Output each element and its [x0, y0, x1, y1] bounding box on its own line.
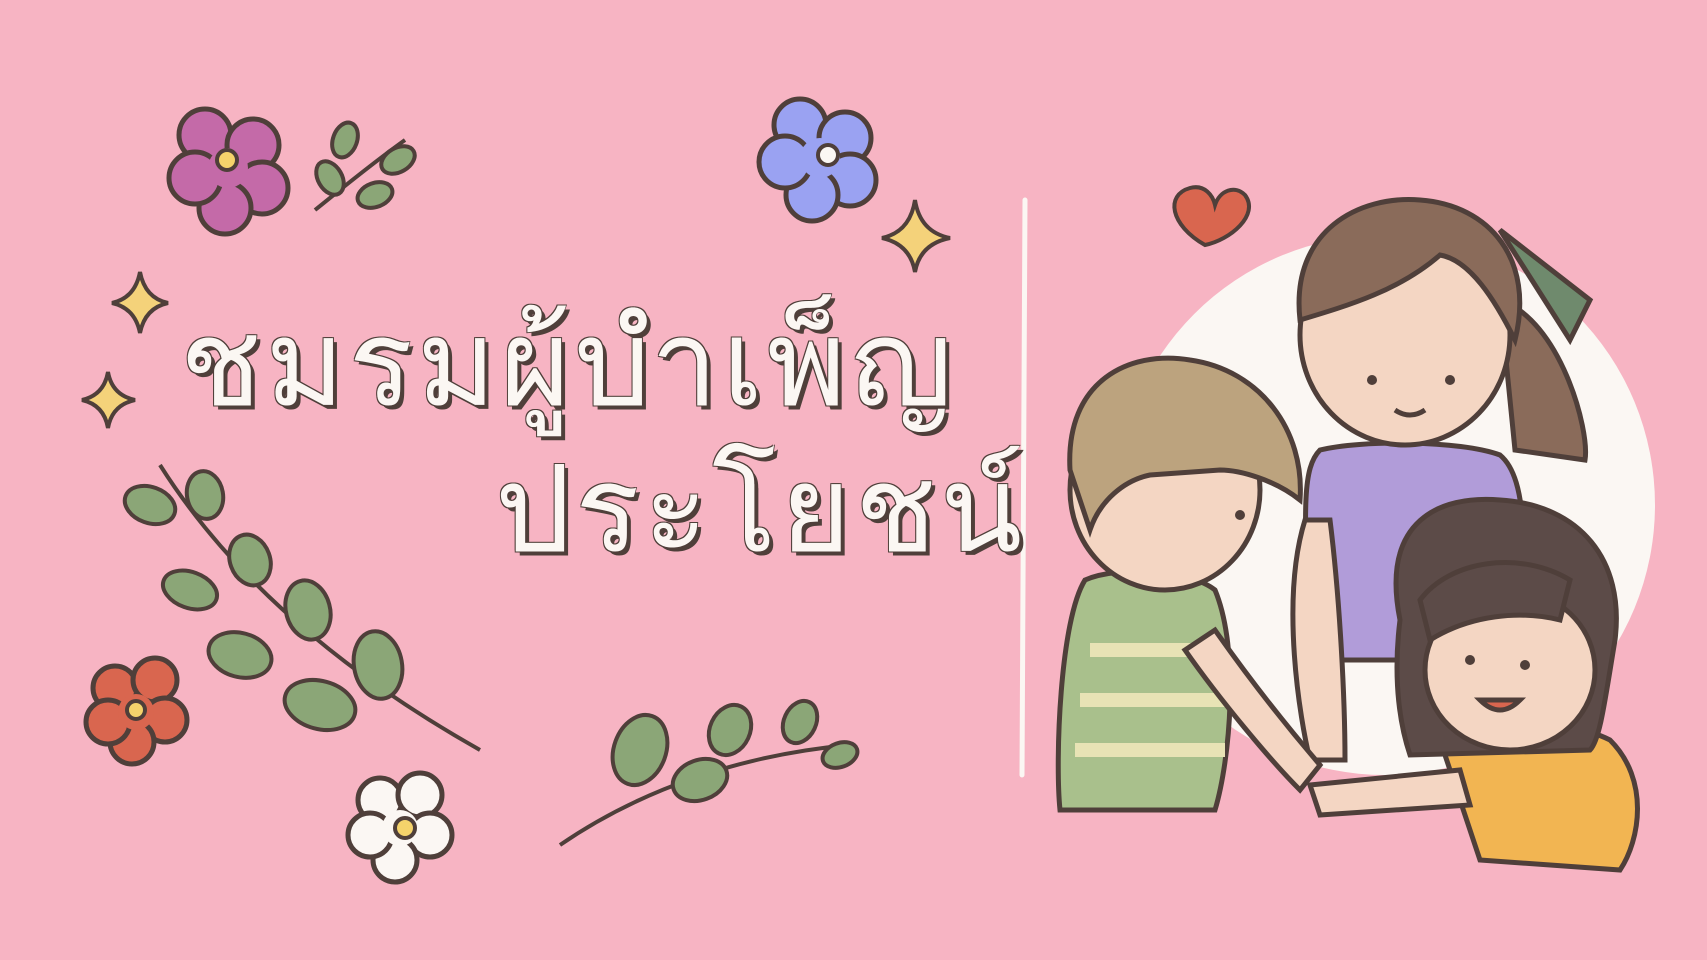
sparkle-icon: [881, 199, 951, 273]
club-title: ชมรมผู้บำเพ็ญ ประโยชน์: [120, 288, 1027, 587]
white-flower-icon: [345, 770, 455, 885]
blue-flower-icon: [756, 96, 879, 224]
pink-flower-icon: [166, 106, 291, 237]
title-line-1: ชมรมผู้บำเพ็ญ: [180, 295, 957, 434]
heart-icon: [1172, 185, 1251, 248]
leaf-branch-icon: [558, 698, 860, 847]
title-line-2: ประโยชน์: [495, 440, 1027, 580]
poster: ชมรมผู้บำเพ็ญ ประโยชน์: [0, 0, 1707, 960]
red-flower-icon: [83, 655, 190, 767]
leaf-branch-icon: [313, 120, 417, 212]
